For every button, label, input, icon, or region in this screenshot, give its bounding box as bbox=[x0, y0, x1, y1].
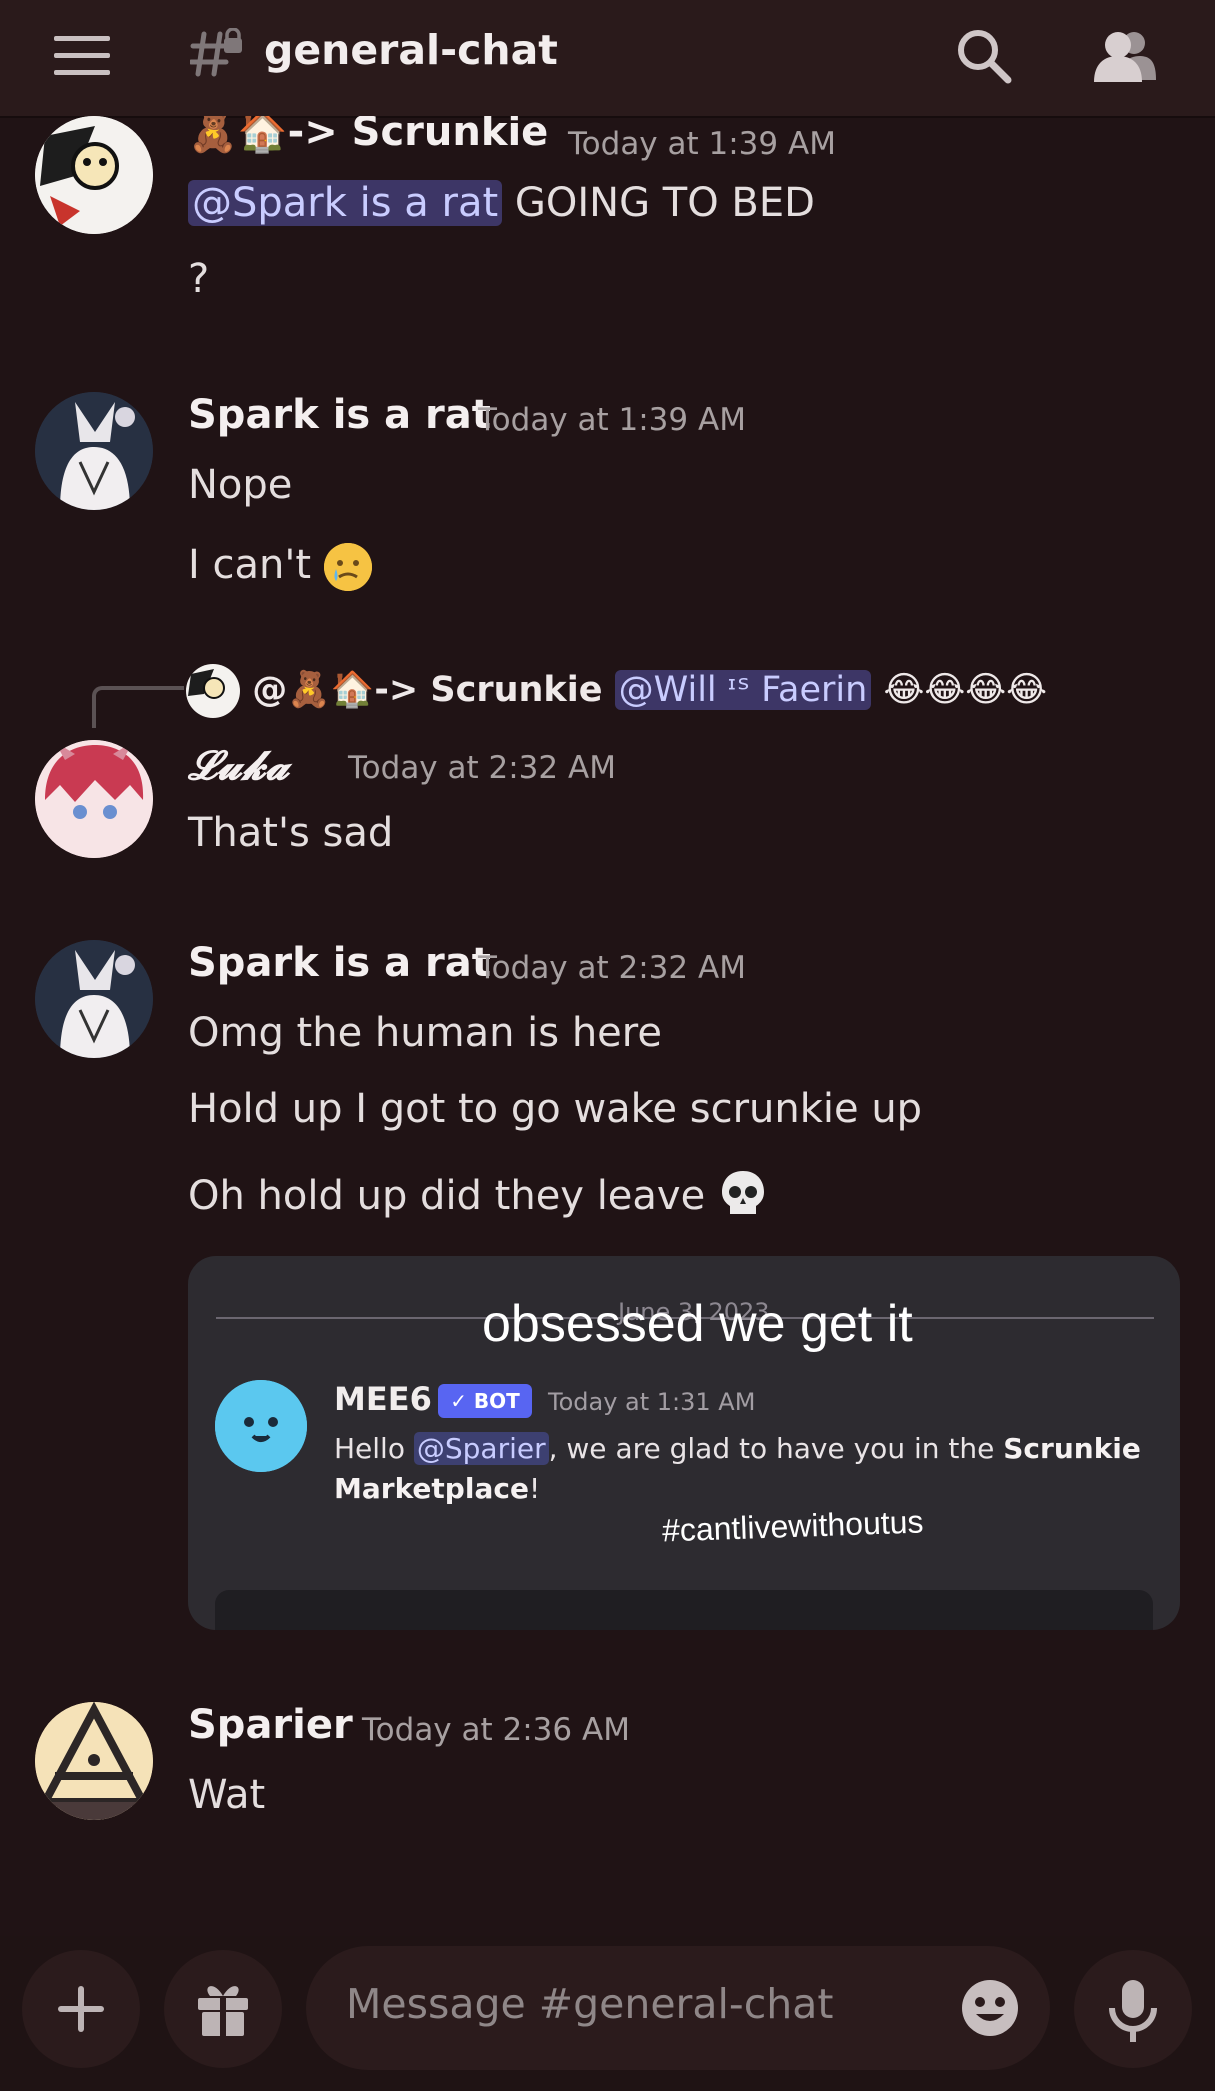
message-text: Omg the human is here bbox=[188, 1010, 662, 1056]
bot-badge-label: BOT bbox=[473, 1389, 520, 1413]
gift-button[interactable] bbox=[164, 1950, 282, 2068]
user-mention[interactable]: @Spark is a rat bbox=[188, 180, 503, 226]
avatar[interactable] bbox=[35, 116, 153, 234]
message-text: @Spark is a rat GOING TO BED bbox=[188, 180, 815, 226]
bot-username: MEE6 bbox=[334, 1380, 432, 1418]
smile-icon[interactable] bbox=[958, 1976, 1022, 2040]
voice-message-button[interactable] bbox=[1074, 1950, 1192, 2068]
hashtag-caption: #cantlivewithoutus bbox=[661, 1503, 925, 1549]
message-text: Hold up I got to go wake scrunkie up bbox=[188, 1086, 923, 1132]
reply-preview[interactable]: @🧸🏠-> Scrunkie @Will ᶦˢ Faerin 😂😂😂😂 bbox=[186, 664, 1047, 718]
hamburger-menu-icon[interactable] bbox=[54, 36, 110, 76]
message-author[interactable]: Spark is a rat bbox=[188, 392, 491, 438]
bot-message-line: Marketplace! bbox=[334, 1472, 541, 1505]
avatar-image bbox=[35, 116, 153, 234]
message-list[interactable]: 🧸🏠-> Scrunkie Today at 1:39 AM @Spark is… bbox=[0, 116, 1215, 1936]
message-text: That's sad bbox=[188, 810, 394, 856]
reply-connector bbox=[92, 686, 184, 728]
avatar-image bbox=[35, 392, 153, 510]
message-author[interactable]: Spark is a rat bbox=[188, 940, 491, 986]
avatar-image bbox=[35, 940, 153, 1058]
message-timestamp: Today at 2:32 AM bbox=[348, 750, 616, 786]
members-icon[interactable] bbox=[1094, 28, 1156, 84]
message-timestamp: Today at 2:32 AM bbox=[478, 950, 746, 986]
channel-header: general-chat bbox=[0, 0, 1215, 118]
message-text: Nope bbox=[188, 462, 293, 508]
message-text: I can't bbox=[188, 542, 372, 591]
reply-author-avatar bbox=[186, 664, 240, 718]
reply-emoji: 😂😂😂😂 bbox=[883, 670, 1048, 710]
message-input[interactable]: Message #general-chat bbox=[306, 1946, 1050, 2070]
overlay-caption: obsessed we get it bbox=[482, 1295, 913, 1353]
embed-footer bbox=[215, 1590, 1153, 1630]
plus-icon bbox=[58, 1986, 104, 2032]
message-text: Wat bbox=[188, 1772, 266, 1818]
user-mention[interactable]: @Will ᶦˢ Faerin bbox=[614, 670, 872, 710]
locked-hashtag-icon bbox=[190, 28, 242, 77]
message-text-body: Oh hold up did they leave bbox=[188, 1173, 706, 1219]
bot-message-line: Hello @Sparier, we are glad to have you … bbox=[334, 1432, 1141, 1465]
embedded-screenshot[interactable]: June 3, 2023 obsessed we get it MEE6 ✓ B… bbox=[188, 1256, 1180, 1630]
avatar[interactable] bbox=[35, 392, 153, 510]
crying-face-emoji-icon bbox=[323, 543, 372, 591]
message-text-body: I can't bbox=[188, 542, 312, 588]
message-text: ? bbox=[188, 256, 210, 302]
skull-emoji-icon bbox=[718, 1168, 768, 1228]
message-text: Oh hold up did they leave bbox=[188, 1168, 768, 1228]
message-timestamp: Today at 1:39 AM bbox=[478, 402, 746, 438]
reply-author: @🧸🏠-> Scrunkie bbox=[252, 670, 603, 710]
avatar-image bbox=[35, 1702, 153, 1820]
bot-timestamp: Today at 1:31 AM bbox=[548, 1388, 756, 1416]
message-author[interactable]: 🧸🏠-> Scrunkie bbox=[188, 116, 548, 155]
avatar[interactable] bbox=[35, 940, 153, 1058]
microphone-icon bbox=[1109, 1980, 1157, 2042]
search-icon[interactable] bbox=[956, 28, 1012, 84]
gift-icon bbox=[198, 1986, 248, 2036]
add-attachment-button[interactable] bbox=[22, 1950, 140, 2068]
message-text-body: GOING TO BED bbox=[514, 180, 815, 226]
avatar[interactable] bbox=[35, 740, 153, 858]
channel-title[interactable]: general-chat bbox=[264, 26, 558, 74]
bot-avatar bbox=[215, 1380, 307, 1472]
message-timestamp: Today at 2:36 AM bbox=[362, 1712, 630, 1748]
avatar-image bbox=[35, 740, 153, 858]
message-input-placeholder: Message #general-chat bbox=[346, 1980, 834, 2028]
message-author[interactable]: 𝓛𝓾𝓴𝓪 bbox=[188, 742, 289, 789]
message-timestamp: Today at 1:39 AM bbox=[568, 126, 836, 162]
message-author[interactable]: Sparier bbox=[188, 1702, 353, 1748]
avatar[interactable] bbox=[35, 1702, 153, 1820]
bot-badge: ✓ BOT bbox=[438, 1384, 532, 1418]
user-mention: @Sparier bbox=[413, 1432, 549, 1465]
